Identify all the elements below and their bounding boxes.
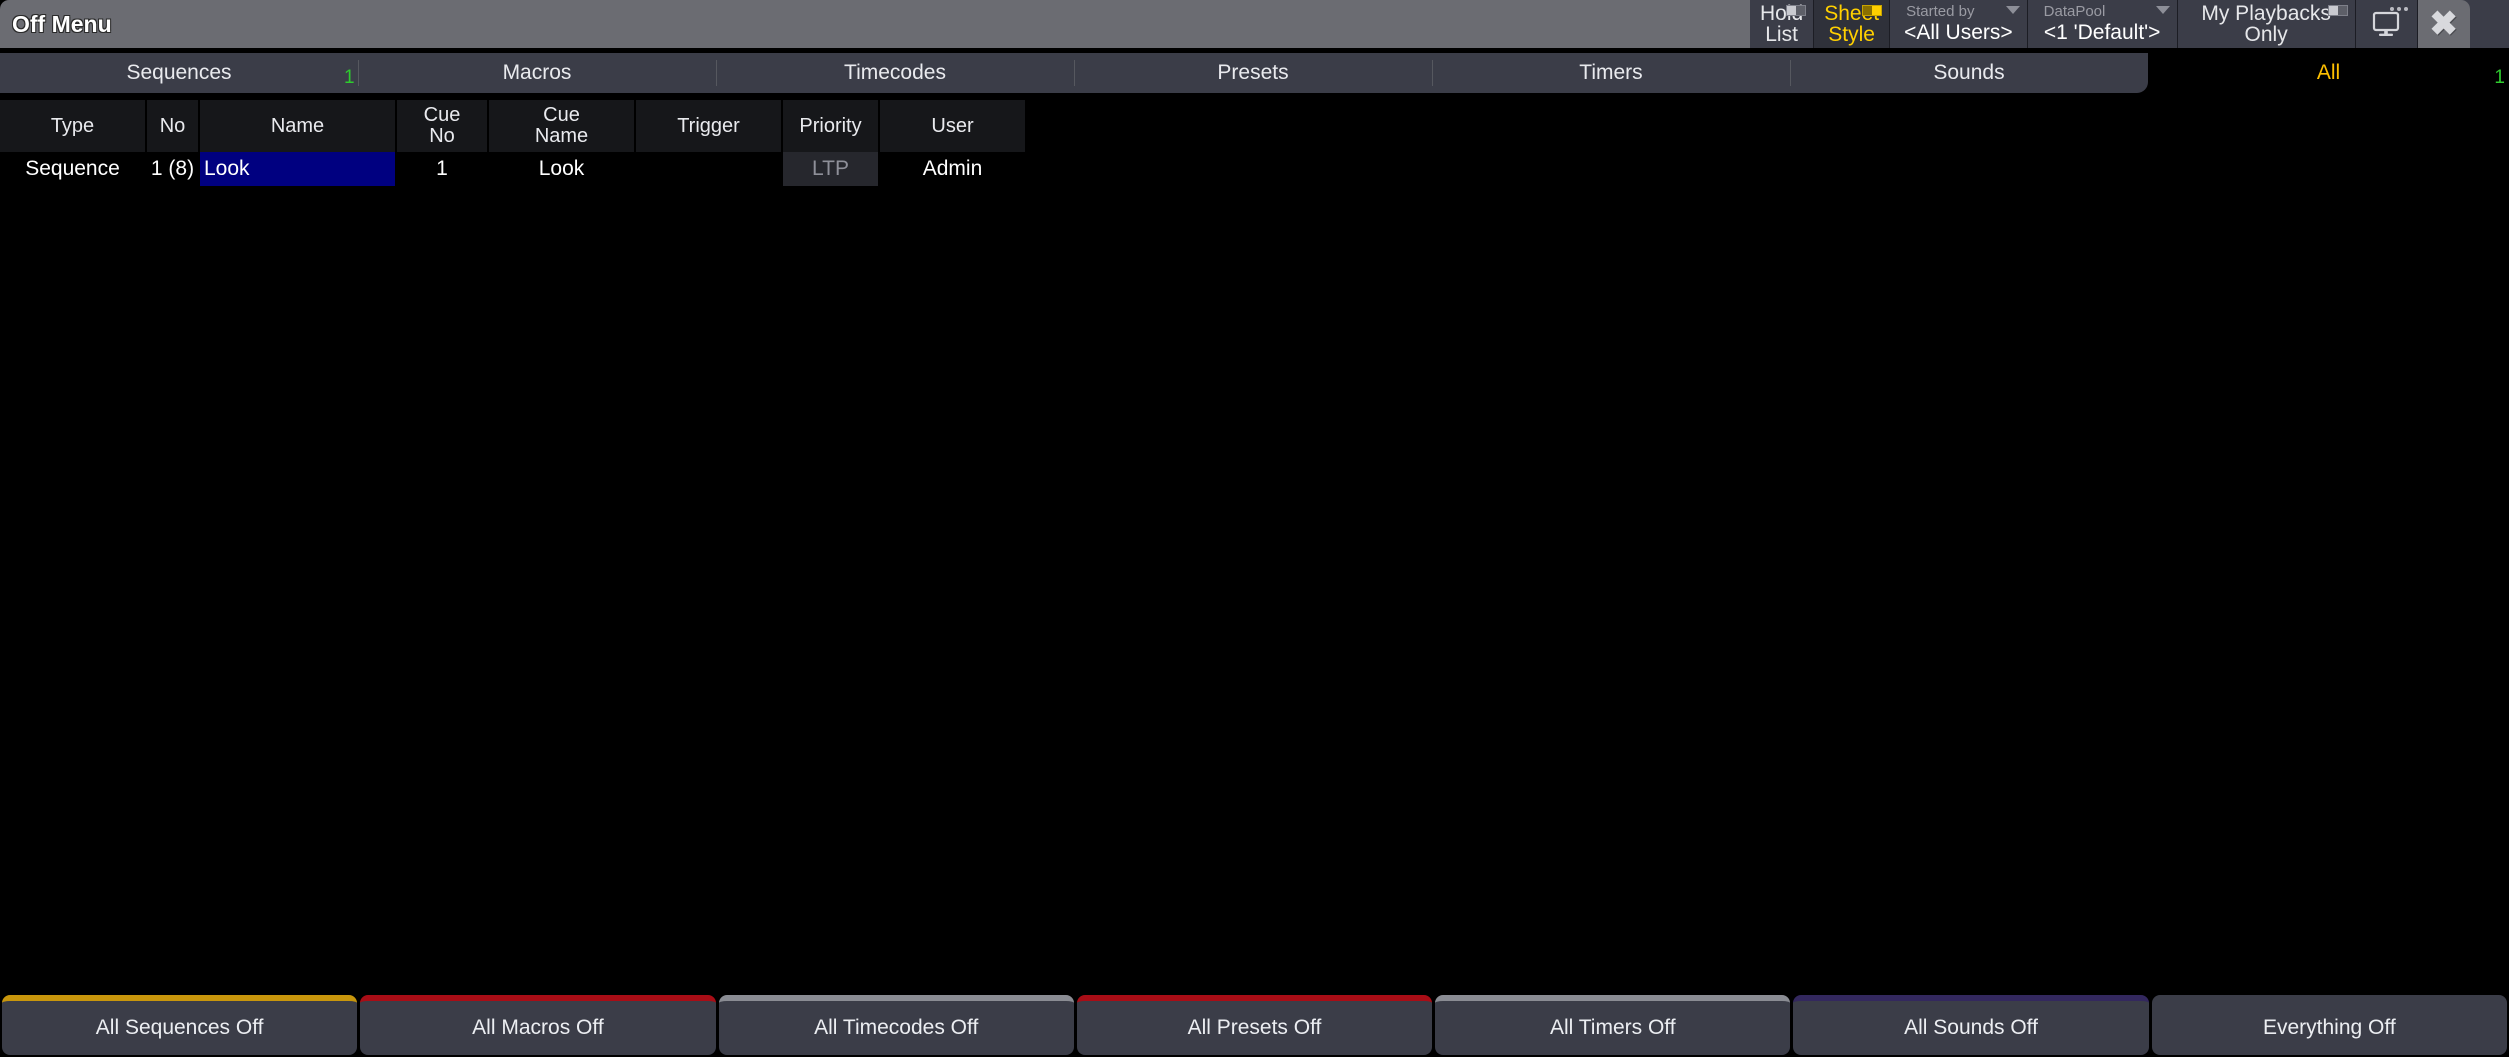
cell-priority[interactable]: LTP xyxy=(783,152,878,186)
hold-list-toggle-indicator xyxy=(1786,5,1806,16)
datapool-value: <1 'Default'> xyxy=(2044,21,2161,44)
tab-timecodes[interactable]: Timecodes xyxy=(716,53,1074,93)
all-sequences-off-label: All Sequences Off xyxy=(96,1016,264,1040)
close-button[interactable]: ✖ xyxy=(2418,0,2470,48)
column-header-name-line1: Name xyxy=(271,116,324,137)
tab-group: Sequences Macros Timecodes Presets Timer… xyxy=(0,53,2148,93)
column-header-cue-name-line2: Name xyxy=(535,126,588,147)
sheet-style-button[interactable]: Sheet Style xyxy=(1814,0,1890,48)
all-timecodes-off-label: All Timecodes Off xyxy=(814,1016,978,1040)
column-header-cue-no-line2: No xyxy=(429,126,455,147)
my-playbacks-only-label-line2: Only xyxy=(2245,24,2288,45)
everything-off-label: Everything Off xyxy=(2263,1016,2396,1040)
more-dots-icon xyxy=(2390,7,2408,11)
all-sounds-off-button[interactable]: All Sounds Off xyxy=(1793,995,2148,1055)
all-timers-off-label: All Timers Off xyxy=(1550,1016,1676,1040)
title-bar: Off Menu Hold List Sheet Style Started b… xyxy=(0,0,2509,48)
column-header-no[interactable]: No xyxy=(147,100,198,152)
cell-name-value[interactable]: Look xyxy=(200,152,395,186)
all-sequences-off-button[interactable]: All Sequences Off xyxy=(2,995,357,1055)
column-header-trigger-line1: Trigger xyxy=(677,116,740,137)
datapool-caption: DataPool xyxy=(2042,4,2106,21)
table-header-row: Type No Name Cue No Cue Name Trigger Pri… xyxy=(0,100,2509,152)
cell-type[interactable]: Sequence xyxy=(0,152,145,186)
column-header-user-line1: User xyxy=(931,116,973,137)
tab-sequences[interactable]: Sequences xyxy=(0,53,358,93)
page-title: Off Menu xyxy=(12,11,112,38)
chevron-down-icon xyxy=(2156,6,2170,14)
all-timers-off-button[interactable]: All Timers Off xyxy=(1435,995,1790,1055)
tab-sequences-label: Sequences xyxy=(126,61,231,85)
tab-all-label: All xyxy=(2317,61,2340,85)
cell-priority-value[interactable]: LTP xyxy=(783,152,878,186)
tab-sounds-label: Sounds xyxy=(1933,61,2004,85)
tab-macros-label: Macros xyxy=(503,61,572,85)
off-menu-window: Off Menu Hold List Sheet Style Started b… xyxy=(0,0,2509,1057)
tab-sounds[interactable]: Sounds xyxy=(1790,53,2148,93)
all-macros-off-label: All Macros Off xyxy=(472,1016,603,1040)
all-macros-off-button[interactable]: All Macros Off xyxy=(360,995,715,1055)
sheet-style-toggle-indicator xyxy=(1862,5,1882,16)
bottom-action-bar: All Sequences Off All Macros Off All Tim… xyxy=(0,995,2509,1057)
column-header-cue-no[interactable]: Cue No xyxy=(397,100,487,152)
all-sounds-off-label: All Sounds Off xyxy=(1904,1016,2038,1040)
display-settings-button[interactable] xyxy=(2356,0,2418,48)
tab-timers[interactable]: Timers xyxy=(1432,53,1790,93)
tab-bar: Sequences Macros Timecodes Presets Timer… xyxy=(0,53,2509,93)
tab-presets[interactable]: Presets xyxy=(1074,53,1432,93)
cell-cue-name[interactable]: Look xyxy=(489,152,634,186)
chevron-down-icon xyxy=(2006,6,2020,14)
my-playbacks-only-button[interactable]: My Playbacks Only xyxy=(2178,0,2356,48)
tab-timecodes-label: Timecodes xyxy=(844,61,946,85)
started-by-dropdown[interactable]: Started by <All Users> xyxy=(1890,0,2028,48)
table-row[interactable]: Sequence 1 (8) Look 1 Look LTP Admin xyxy=(0,152,2509,186)
column-header-trigger[interactable]: Trigger xyxy=(636,100,781,152)
cell-name[interactable]: Look xyxy=(200,152,395,186)
column-header-cue-no-line1: Cue xyxy=(424,105,461,126)
datapool-dropdown[interactable]: DataPool <1 'Default'> xyxy=(2028,0,2178,48)
column-header-cue-name[interactable]: Cue Name xyxy=(489,100,634,152)
cell-user[interactable]: Admin xyxy=(880,152,1025,186)
all-timecodes-off-button[interactable]: All Timecodes Off xyxy=(719,995,1074,1055)
cell-cue-no[interactable]: 1 xyxy=(397,152,487,186)
cell-trigger[interactable] xyxy=(636,152,781,186)
tab-sequences-count-badge: 1 xyxy=(344,67,355,89)
close-icon: ✖ xyxy=(2429,7,2458,41)
sheet-style-label-line2: Style xyxy=(1828,24,1875,45)
column-header-user[interactable]: User xyxy=(880,100,1025,152)
off-menu-table: Type No Name Cue No Cue Name Trigger Pri… xyxy=(0,100,2509,980)
tab-all[interactable]: All 1 xyxy=(2148,53,2509,93)
my-playbacks-only-label-line1: My Playbacks xyxy=(2201,3,2331,24)
hold-list-button[interactable]: Hold List xyxy=(1750,0,1814,48)
monitor-icon xyxy=(2371,10,2401,38)
column-header-type-line1: Type xyxy=(51,116,94,137)
column-header-cue-name-line1: Cue xyxy=(543,105,580,126)
cell-no[interactable]: 1 (8) xyxy=(147,152,198,186)
everything-off-button[interactable]: Everything Off xyxy=(2152,995,2507,1055)
column-header-no-line1: No xyxy=(160,116,186,137)
started-by-value: <All Users> xyxy=(1904,21,2013,44)
tab-all-count-badge: 1 xyxy=(2494,67,2505,89)
column-header-name[interactable]: Name xyxy=(200,100,395,152)
started-by-caption: Started by xyxy=(1904,4,1974,21)
hold-list-label-line2: List xyxy=(1765,24,1798,45)
column-header-type[interactable]: Type xyxy=(0,100,145,152)
my-playbacks-only-toggle-indicator xyxy=(2328,5,2348,16)
title-bar-controls: Hold List Sheet Style Started by <All Us… xyxy=(1750,0,2509,48)
all-presets-off-button[interactable]: All Presets Off xyxy=(1077,995,1432,1055)
tab-timers-label: Timers xyxy=(1579,61,1642,85)
all-presets-off-label: All Presets Off xyxy=(1188,1016,1322,1040)
column-header-priority[interactable]: Priority xyxy=(783,100,878,152)
tab-presets-label: Presets xyxy=(1217,61,1288,85)
column-header-priority-line1: Priority xyxy=(799,116,861,137)
title-bar-left: Off Menu xyxy=(0,0,1750,48)
tab-macros[interactable]: Macros xyxy=(358,53,716,93)
